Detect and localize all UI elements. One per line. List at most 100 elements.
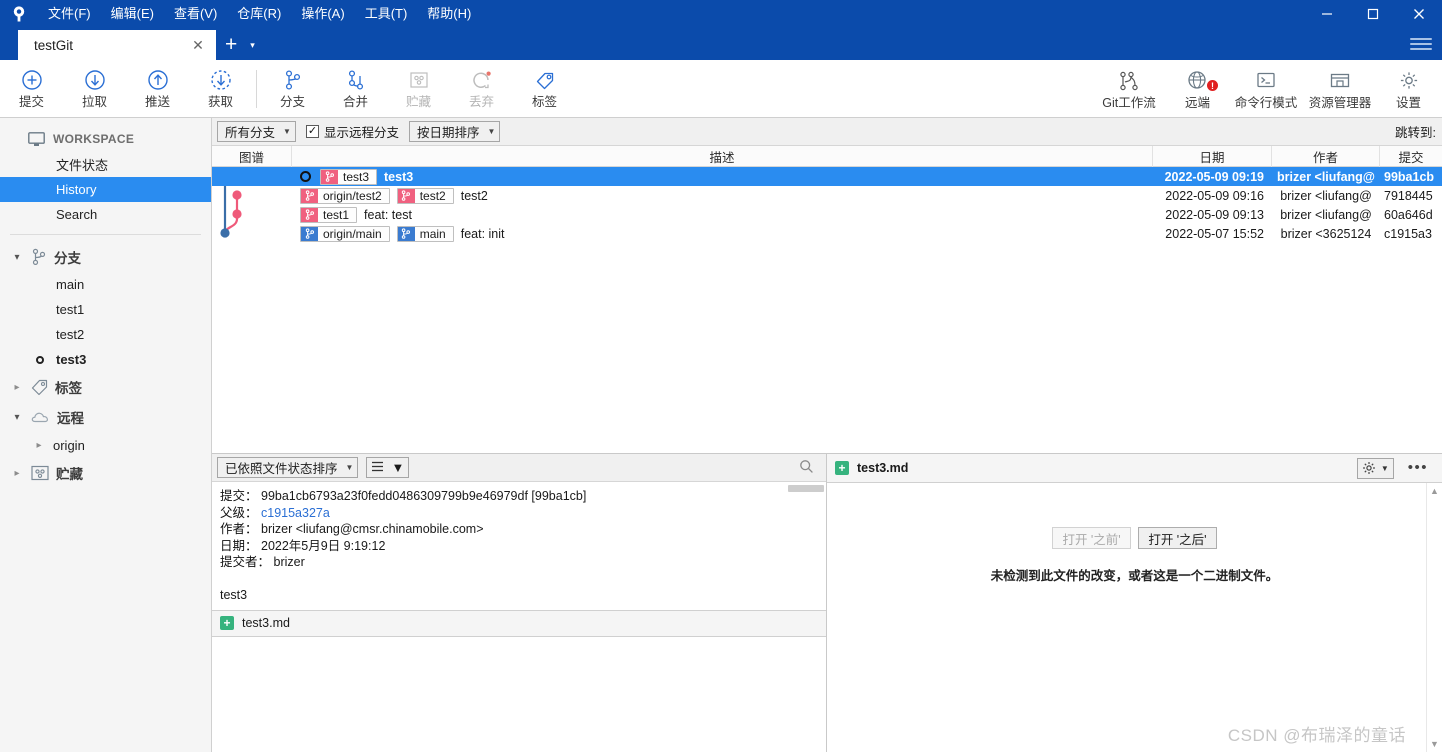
branch-filter-value: 所有分支 (225, 126, 276, 140)
maximize-icon[interactable] (1350, 0, 1396, 28)
cell-graph (212, 186, 292, 205)
toolbar-push-button[interactable]: 推送 (126, 61, 189, 117)
show-remote-branches-checkbox[interactable]: ✓ 显示远程分支 (305, 122, 399, 141)
cell-author: brizer <liufang@ (1280, 188, 1372, 203)
stash-icon (31, 465, 49, 481)
sidebar-group-branches[interactable]: ▾ 分支 (0, 242, 211, 272)
detail-toolbar: 已依照文件状态排序 ▼ ▼ (212, 454, 826, 482)
toolbar-pull-button[interactable]: 拉取 (63, 61, 126, 117)
close-icon[interactable] (1396, 0, 1442, 28)
sidebar-workspace-label: WORKSPACE (53, 132, 135, 146)
toolbar-merge-button[interactable]: 合并 (324, 61, 387, 117)
chevron-down-icon[interactable]: ▾ (246, 40, 263, 60)
sidebar-group-stashes[interactable]: ▸ 贮藏 (0, 458, 211, 488)
column-header-description[interactable]: 描述 (292, 146, 1153, 167)
sidebar-branch-test3[interactable]: test3 (0, 347, 211, 372)
column-header-graph[interactable]: 图谱 (212, 146, 292, 167)
minimize-icon[interactable] (1304, 0, 1350, 28)
sidebar-group-remotes[interactable]: ▾ 远程 (0, 402, 211, 432)
sidebar-branch-main[interactable]: main (0, 272, 211, 297)
column-header-date[interactable]: 日期 (1153, 146, 1272, 167)
branch-filter-select[interactable]: 所有分支 ▼ (217, 121, 296, 142)
ref-label: main (414, 226, 453, 241)
sidebar-remote-origin[interactable]: ▸ origin (0, 432, 211, 458)
chevron-down-icon[interactable]: ▼ (1430, 739, 1439, 749)
menu-item-tools[interactable]: 工具(T) (355, 0, 418, 28)
tab-testgit[interactable]: testGit ✕ (18, 30, 216, 60)
list-item[interactable]: + test3.md (212, 609, 826, 636)
column-header-commit[interactable]: 提交 (1380, 146, 1442, 167)
toolbar-fetch-button[interactable]: 获取 (189, 61, 252, 117)
toolbar-label: 提交 (18, 95, 44, 109)
chevron-down-icon[interactable]: ▾ (10, 412, 24, 423)
menu-item-view[interactable]: 查看(V) (164, 0, 227, 28)
sidebar-group-tags[interactable]: ▸ 标签 (0, 372, 211, 402)
menu-item-file[interactable]: 文件(F) (38, 0, 101, 28)
chevron-right-icon[interactable]: ▸ (10, 382, 24, 393)
menu-item-help[interactable]: 帮助(H) (417, 0, 481, 28)
sort-order-select[interactable]: 按日期排序 ▼ (408, 121, 501, 142)
detail-key: 父级： (220, 505, 258, 520)
menu-item-actions[interactable]: 操作(A) (291, 0, 354, 28)
vertical-scrollbar[interactable]: ▲ ▼ (1426, 483, 1442, 752)
toolbar-explorer-button[interactable]: 资源管理器 (1303, 61, 1377, 117)
sidebar-item-file-status[interactable]: 文件状态 (0, 152, 211, 177)
current-branch-indicator-icon (36, 355, 44, 364)
open-after-button[interactable]: 打开 '之后' (1138, 527, 1217, 549)
search-icon[interactable] (799, 459, 814, 477)
menu-item-edit[interactable]: 编辑(E) (101, 0, 164, 28)
add-tab-button[interactable]: + (216, 34, 246, 60)
table-row[interactable]: origin/test2 test2 test2 2022-05-09 09:1… (212, 186, 1442, 205)
cell-description: origin/main main feat: init (292, 224, 1153, 243)
table-row[interactable]: test3 test3 2022-05-09 09:19 brizer <liu… (212, 167, 1442, 186)
sidebar-workspace-header[interactable]: WORKSPACE (0, 126, 211, 152)
sidebar-item-search[interactable]: Search (0, 202, 211, 227)
column-header-author[interactable]: 作者 (1272, 146, 1380, 167)
toolbar-discard-button[interactable]: 丢弃 (450, 61, 513, 117)
remote-label: origin (53, 437, 85, 453)
ref-badge[interactable]: test1 (300, 206, 358, 223)
app-logo-icon (0, 0, 38, 28)
toolbar-commit-button[interactable]: 提交 (0, 61, 63, 117)
toolbar-remote-button[interactable]: ! 远端 (1166, 61, 1229, 117)
toolbar-stash-button[interactable]: 贮藏 (387, 61, 450, 117)
diff-settings-button[interactable]: ▼ (1356, 457, 1394, 479)
ref-badge[interactable]: main (396, 225, 454, 242)
cell-date: 2022-05-07 15:52 (1165, 226, 1264, 241)
toolbar-settings-button[interactable]: 设置 (1377, 61, 1440, 117)
view-mode-select[interactable]: ▼ (366, 457, 410, 478)
hamburger-menu-icon[interactable] (1410, 35, 1432, 53)
toolbar-gitflow-button[interactable]: Git工作流 (1092, 61, 1166, 117)
toolbar-label: Git工作流 (1102, 95, 1156, 110)
chevron-right-icon[interactable]: ▸ (10, 468, 24, 479)
toolbar-branch-button[interactable]: 分支 (261, 61, 324, 117)
menu-item-repository[interactable]: 仓库(R) (227, 0, 291, 28)
open-before-button[interactable]: 打开 '之前' (1052, 527, 1131, 549)
sidebar-branch-test1[interactable]: test1 (0, 297, 211, 322)
chevron-up-icon[interactable]: ▲ (1430, 486, 1439, 496)
main-toolbar: 提交 拉取 推送 获取 分支 合并 贮藏 丢弃 标签 Git工作流 ! 远端 命… (0, 60, 1442, 118)
toolbar-terminal-button[interactable]: 命令行模式 (1229, 61, 1303, 117)
chevron-down-icon[interactable]: ▾ (10, 252, 24, 263)
toolbar-tag-button[interactable]: 标签 (513, 61, 576, 117)
ref-badge[interactable]: origin/main (300, 225, 390, 242)
ref-badge[interactable]: test2 (396, 187, 454, 204)
table-row[interactable]: test1 feat: test 2022-05-09 09:13 brizer… (212, 205, 1442, 224)
table-row[interactable]: origin/main main feat: init 2022-05-07 1… (212, 224, 1442, 243)
commit-table: 图谱 描述 日期 作者 提交 test3 test3 2022-05-09 09… (212, 146, 1442, 454)
parent-commit-link[interactable]: c1915a327a (261, 506, 330, 520)
branch-icon (285, 70, 300, 90)
file-sort-select[interactable]: 已依照文件状态排序 ▼ (217, 457, 359, 478)
plus-icon: + (220, 616, 234, 630)
ref-badge[interactable]: test3 (320, 168, 378, 185)
plus-icon: + (835, 461, 849, 475)
sidebar-branch-test2[interactable]: test2 (0, 322, 211, 347)
more-dots-icon[interactable]: ••• (1402, 460, 1434, 475)
ref-badge[interactable]: origin/test2 (300, 187, 390, 204)
chevron-right-icon[interactable]: ▸ (32, 440, 46, 451)
toolbar-label: 标签 (531, 95, 557, 109)
close-icon[interactable]: ✕ (188, 37, 208, 54)
horizontal-scrollbar[interactable] (788, 485, 824, 492)
toolbar-left-group: 提交 拉取 推送 获取 分支 合并 贮藏 丢弃 标签 (0, 60, 576, 118)
sidebar-item-history[interactable]: History (0, 177, 211, 202)
